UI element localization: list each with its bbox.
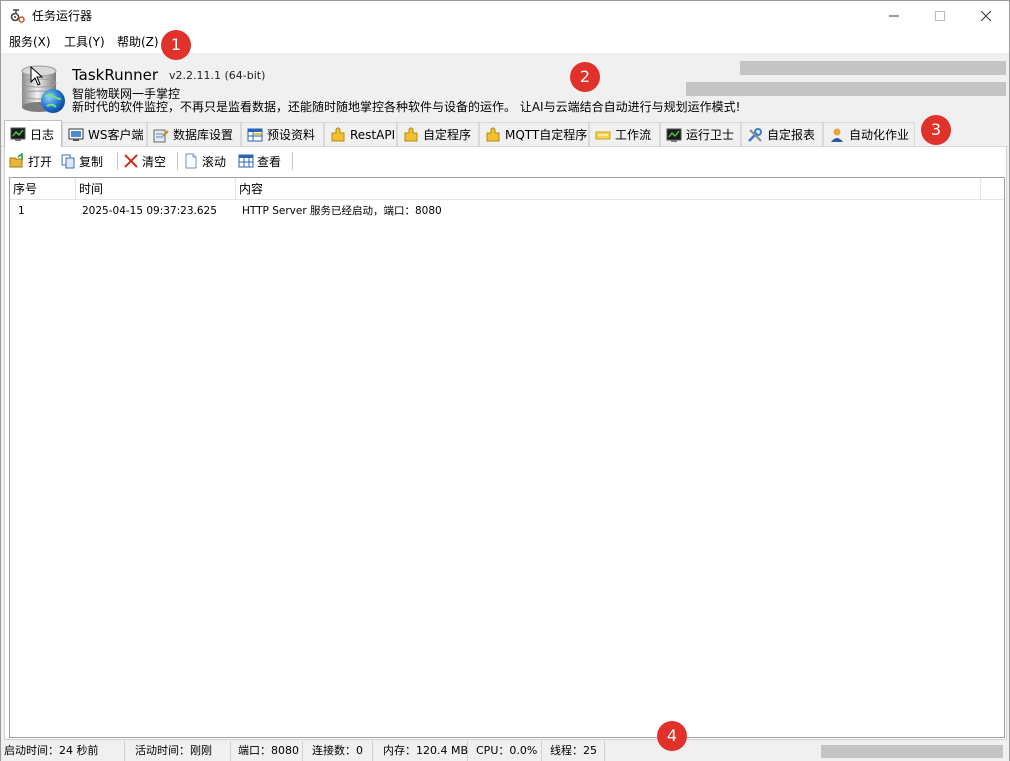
tab-custom-report[interactable]: 自定报表 (741, 122, 823, 146)
status-threads: 线程：25 (547, 741, 605, 761)
toolbar-separator (177, 152, 178, 170)
annotation-marker-4: 4 (657, 721, 687, 751)
log-list[interactable]: 序号 时间 内容 1 2025-04-15 09:37:23.625 HTTP … (9, 177, 1005, 738)
computer-icon (68, 127, 84, 143)
status-cpu: CPU：0.0% (473, 741, 542, 761)
main-window: 任务运行器 服务(X) 工具(Y) 帮助(Z) TaskRunner v2.2.… (0, 0, 1010, 761)
mouse-cursor-icon (30, 65, 44, 86)
tab-label: RestAPI (350, 127, 396, 142)
tagline-primary: 智能物联网一手掌控 (72, 87, 181, 101)
tab-label: 工作流 (615, 128, 652, 142)
menu-tools[interactable]: 工具(Y) (63, 34, 106, 50)
monitor-chart-icon (666, 127, 682, 143)
grid-view-icon (238, 153, 254, 169)
monitor-chart-icon (10, 126, 26, 142)
redacted-block (821, 745, 1003, 758)
tagline-secondary: 新时代的软件监控，不再只是监看数据，还能随时随地掌控各种软件与设备的运作。 让A… (72, 100, 741, 114)
tools-icon (747, 127, 763, 143)
log-list-header: 序号 时间 内容 (10, 178, 1004, 200)
menu-help[interactable]: 帮助(Z) (116, 34, 160, 50)
puzzle-icon (485, 127, 501, 143)
maximize-button[interactable] (917, 1, 963, 31)
column-header-seq[interactable]: 序号 (10, 178, 76, 200)
tab-label: 自定程序 (423, 128, 472, 142)
status-memory: 内存：120.4 MB (380, 741, 468, 761)
table-icon (247, 127, 263, 143)
redacted-block (740, 61, 1006, 75)
log-row[interactable]: 1 2025-04-15 09:37:23.625 HTTP Server 服务… (10, 202, 1004, 220)
tab-db-settings[interactable]: 数据库设置 (147, 122, 241, 146)
puzzle-icon (403, 127, 419, 143)
annotation-marker-3: 3 (921, 115, 951, 145)
window-title: 任务运行器 (32, 9, 93, 23)
view-label: 查看 (257, 154, 282, 169)
tab-run-guard[interactable]: 运行卫士 (660, 122, 741, 146)
open-folder-icon (9, 153, 25, 169)
copy-label: 复制 (79, 154, 104, 169)
log-content: HTTP Server 服务已经启动，端口：8080 (242, 205, 442, 217)
tab-label: 运行卫士 (686, 128, 735, 142)
scroll-label: 滚动 (202, 154, 227, 169)
tab-log[interactable]: 日志 (4, 120, 62, 147)
log-seq: 1 (18, 205, 25, 217)
clear-label: 清空 (142, 154, 167, 169)
app-gears-icon (10, 8, 26, 24)
puzzle-icon (330, 127, 346, 143)
tab-restapi[interactable]: RestAPI (324, 122, 397, 146)
tab-label: 预设资料 (267, 128, 316, 142)
minimize-button[interactable] (871, 1, 917, 31)
app-name: TaskRunner (72, 66, 159, 84)
tab-label: 数据库设置 (173, 128, 234, 142)
log-panel: 打开 复制 清空 滚动 查看 序号 时间 内容 1 2025-04-15 09:… (4, 147, 1007, 740)
status-connections: 连接数：0 (309, 741, 373, 761)
column-header-time[interactable]: 时间 (76, 178, 236, 200)
person-icon (829, 127, 845, 143)
annotation-marker-1: 1 (161, 30, 191, 60)
open-label: 打开 (28, 154, 53, 169)
scroll-button[interactable]: 滚动 (183, 152, 226, 170)
document-icon (183, 153, 199, 169)
status-active-time: 活动时间：刚刚 (132, 741, 231, 761)
workflow-icon (595, 127, 611, 143)
close-button[interactable] (963, 1, 1009, 31)
copy-icon (60, 153, 76, 169)
column-header-content[interactable]: 内容 (236, 178, 981, 200)
log-toolbar: 打开 复制 清空 滚动 查看 (5, 147, 1006, 175)
tab-strip: 日志 WS客户端 数据库设置 预设资料 RestAPI 自定程序 MQTT自定程… (1, 119, 1009, 147)
app-version: v2.2.11.1 (64-bit) (169, 69, 266, 82)
tab-preset-data[interactable]: 预设资料 (241, 122, 324, 146)
app-header: TaskRunner v2.2.11.1 (64-bit) 智能物联网一手掌控 … (1, 53, 1009, 119)
tab-label: 自定报表 (767, 128, 816, 142)
redacted-block (686, 82, 1006, 96)
tab-label: 自动化作业 (849, 128, 910, 142)
title-bar[interactable]: 任务运行器 (1, 1, 1009, 31)
log-time: 2025-04-15 09:37:23.625 (82, 205, 217, 217)
tab-ws-client[interactable]: WS客户端 (62, 122, 147, 146)
tab-workflow[interactable]: 工作流 (589, 122, 660, 146)
database-settings-icon (153, 127, 169, 143)
status-uptime: 启动时间：24 秒前 (1, 741, 125, 761)
tab-label: 日志 (30, 127, 55, 142)
status-bar: 启动时间：24 秒前 活动时间：刚刚 端口：8080 连接数：0 内存：120.… (1, 741, 1009, 761)
clear-button[interactable]: 清空 (123, 152, 166, 170)
toolbar-separator (117, 152, 118, 170)
toolbar-separator (292, 152, 293, 170)
view-button[interactable]: 查看 (238, 152, 281, 170)
tab-mqtt-program[interactable]: MQTT自定程序 (479, 122, 589, 146)
annotation-marker-2: 2 (570, 62, 600, 92)
copy-button[interactable]: 复制 (60, 152, 103, 170)
delete-x-icon (123, 153, 139, 169)
tab-label: MQTT自定程序 (505, 128, 588, 142)
tab-custom-program[interactable]: 自定程序 (397, 122, 479, 146)
menu-service[interactable]: 服务(X) (8, 34, 52, 50)
tab-label: WS客户端 (88, 128, 144, 142)
open-button[interactable]: 打开 (9, 152, 52, 170)
status-port: 端口：8080 (235, 741, 303, 761)
menu-bar: 服务(X) 工具(Y) 帮助(Z) (1, 31, 1009, 53)
tab-automation-job[interactable]: 自动化作业 (823, 122, 915, 146)
